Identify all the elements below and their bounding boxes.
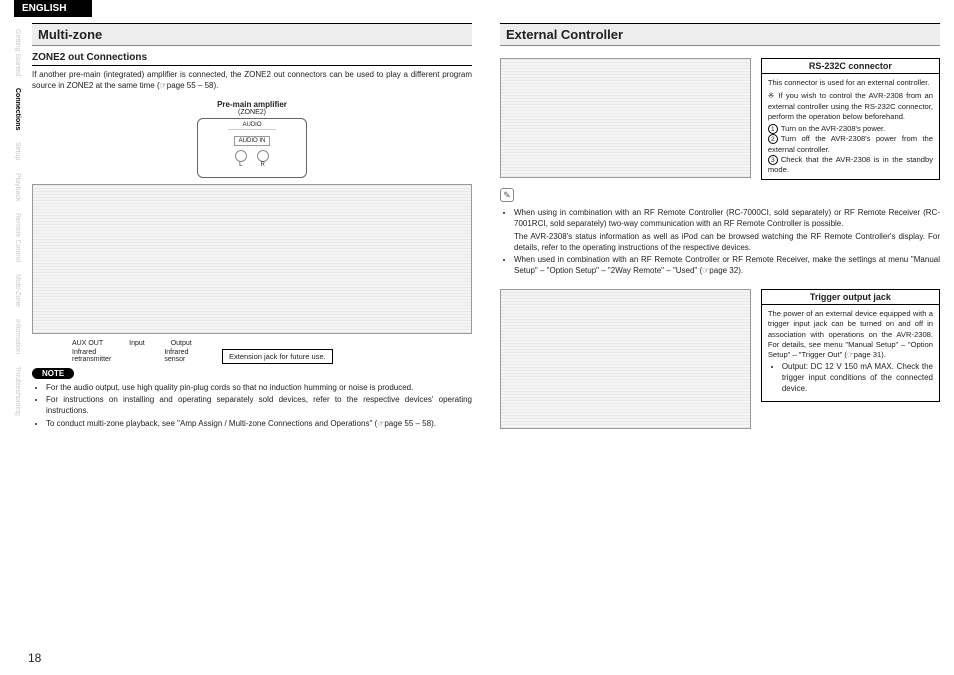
pencil-icon: ✎	[500, 188, 514, 202]
sub-heading-zone2: ZONE2 out Connections	[32, 52, 472, 66]
panel-title-trigger: Trigger output jack	[762, 290, 939, 305]
figure-lower-labels: AUX OUT Input Output	[32, 340, 472, 347]
label-aux-out: AUX OUT	[72, 340, 103, 347]
sidebar-item-remote-control[interactable]: Remote Control	[14, 213, 21, 262]
column-external-controller: External Controller RS-232C connector Th…	[500, 23, 940, 435]
rear-panel-diagram-trigger	[500, 289, 751, 429]
amp-port-l: L	[239, 162, 242, 168]
column-multi-zone: Multi-zone ZONE2 out Connections If anot…	[32, 23, 472, 435]
note-list: For the audio output, use high quality p…	[32, 383, 472, 430]
sidebar-item-troubleshooting[interactable]: Troubleshooting	[14, 366, 21, 416]
rear-panel-diagram-rs232c	[500, 58, 751, 178]
rear-panel-diagram-zone2	[32, 184, 472, 334]
amplifier-diagram-box: AUDIO AUDIO IN L R	[197, 118, 307, 178]
callout-extension-jack: Extension jack for future use.	[222, 349, 333, 364]
rs232c-star-note: ※ If you wish to control the AVR-2308 fr…	[768, 91, 933, 122]
amp-audio-in-label: AUDIO IN	[234, 136, 270, 146]
pencil-note-item: When using in combination with an RF Rem…	[514, 208, 940, 230]
trigger-bullet: Output: DC 12 V 150 mA MAX. Check the tr…	[782, 362, 933, 394]
section-title-multi-zone: Multi-zone	[32, 23, 472, 46]
section-tabs: Getting Started Connections Setup Playba…	[14, 17, 32, 435]
pencil-note-list-2: When used in combination with an RF Remo…	[500, 255, 940, 277]
sidebar-item-playback[interactable]: Playback	[14, 173, 21, 201]
panel-title-rs232c: RS-232C connector	[762, 59, 939, 74]
figure-pre-main-amplifier: Pre-main amplifier (ZONE2) AUDIO AUDIO I…	[32, 92, 472, 364]
amp-port-labels: L R	[198, 162, 306, 168]
pencil-note-list: When using in combination with an RF Rem…	[500, 208, 940, 230]
trigger-body-text: The power of an external device equipped…	[768, 309, 933, 360]
note-item: To conduct multi-zone playback, see "Amp…	[46, 419, 472, 430]
label-infrared-retransmitter: Infrared retransmitter	[72, 349, 124, 363]
amp-ports	[198, 150, 306, 162]
amp-audio-label: AUDIO	[228, 121, 276, 130]
rs232c-step: 1Turn on the AVR-2308's power.	[768, 124, 933, 134]
figure-caption: Pre-main amplifier	[32, 100, 472, 109]
pencil-note-item: When used in combination with an RF Remo…	[514, 255, 940, 277]
figure-subcaption: (ZONE2)	[32, 109, 472, 116]
panel-rs232c: RS-232C connector This connector is used…	[761, 58, 940, 180]
panel-trigger-output: Trigger output jack The power of an exte…	[761, 289, 940, 402]
section-title-external-controller: External Controller	[500, 23, 940, 46]
sidebar-item-setup[interactable]: Setup	[14, 142, 21, 160]
note-item: For instructions on installing and opera…	[46, 395, 472, 417]
zone2-intro-text: If another pre-main (integrated) amplifi…	[32, 70, 472, 92]
language-tab: ENGLISH	[14, 0, 92, 17]
sidebar-item-connections[interactable]: Connections	[14, 88, 21, 130]
label-output: Output	[171, 340, 192, 347]
label-infrared-sensor: Infrared sensor	[164, 349, 202, 363]
pencil-note-continuation: The AVR-2308's status information as wel…	[500, 232, 940, 254]
note-badge: NOTE	[32, 368, 74, 379]
page-number: 18	[28, 651, 41, 665]
label-input: Input	[129, 340, 145, 347]
sidebar-item-getting-started[interactable]: Getting Started	[14, 29, 21, 76]
rs232c-step: 3Check that the AVR-2308 is in the stand…	[768, 155, 933, 176]
rs232c-lead: This connector is used for an external c…	[768, 78, 933, 88]
sidebar-item-multi-zone[interactable]: Multi-Zone	[14, 274, 21, 307]
note-item: For the audio output, use high quality p…	[46, 383, 472, 394]
sidebar-item-information[interactable]: Information	[14, 319, 21, 354]
rs232c-step: 2Turn off the AVR-2308's power from the …	[768, 134, 933, 155]
amp-port-r: R	[261, 162, 265, 168]
